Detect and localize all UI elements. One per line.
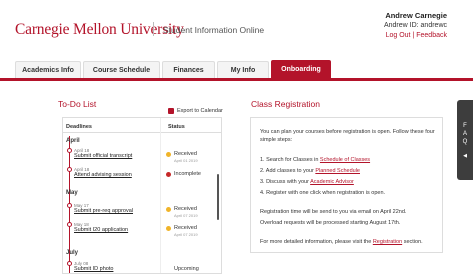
todo-scrollbar[interactable]: [217, 174, 219, 220]
header-divider: [153, 22, 154, 36]
calendar-icon: [168, 108, 174, 114]
tab-onboarding[interactable]: Onboarding: [271, 60, 331, 78]
schedule-of-classes-link[interactable]: Schedule of Classes: [320, 157, 370, 163]
month-label: May: [66, 190, 78, 196]
links-separator: |: [412, 32, 415, 39]
status-date: April 07 2019: [174, 232, 198, 237]
status-text: Incomplete: [174, 171, 201, 177]
export-calendar-button[interactable]: Export to Calendar: [168, 108, 223, 114]
task-link[interactable]: Submit I20 application: [74, 227, 128, 233]
faq-letter: Q: [462, 139, 468, 145]
app-title: Student Information Online: [163, 25, 265, 35]
status-date: April 07 2019: [174, 213, 198, 218]
planned-schedule-link[interactable]: Planned Schedule: [315, 168, 360, 174]
status-text: Received: [174, 225, 197, 231]
step-text: 1. Search for Classes in: [260, 157, 320, 163]
timeline-dot: [67, 222, 72, 227]
collapse-arrow-icon: ◀: [463, 153, 467, 159]
registration-panel: You can plan your courses before registr…: [250, 117, 443, 253]
faq-tab[interactable]: F A Q ◀: [457, 100, 473, 180]
cmu-logo[interactable]: Carnegie Mellon University: [15, 21, 184, 39]
status-date: April 01 2019: [174, 158, 198, 163]
registration-link[interactable]: Registration: [373, 239, 402, 245]
academic-advisor-link[interactable]: Academic Advisor: [310, 179, 354, 185]
email-note: Registration time will be send to you vi…: [260, 209, 407, 215]
feedback-link[interactable]: Feedback: [416, 32, 447, 39]
overload-note: Overload requests will be processed star…: [260, 220, 401, 226]
month-label: April: [66, 138, 80, 144]
faq-letter: F: [463, 123, 467, 129]
user-id: Andrew ID: andrewc: [383, 22, 447, 29]
task-link[interactable]: Submit ID photo: [74, 266, 113, 272]
status-received-icon: [166, 152, 171, 157]
registration-intro: You can plan your courses before registr…: [260, 129, 435, 143]
status-received-icon: [166, 207, 171, 212]
more-info: For more detailed information, please vi…: [260, 238, 423, 246]
nav-underline: [0, 78, 473, 81]
task-link[interactable]: Submit pre-req approval: [74, 208, 133, 214]
faq-letter: A: [462, 131, 467, 137]
timeline-dot: [67, 167, 72, 172]
registration-step: 4. Register with one click when registra…: [260, 190, 386, 196]
export-calendar-label: Export to Calendar: [177, 108, 223, 114]
status-text: Received: [174, 151, 197, 157]
status-text: Received: [174, 206, 197, 212]
col-status: Status: [168, 124, 185, 130]
status-incomplete-icon: [166, 172, 171, 177]
registration-step: 2. Add classes to your Planned Schedule: [260, 167, 360, 175]
task-link[interactable]: Attend advising session: [74, 172, 132, 178]
todo-title: To-Do List: [58, 99, 97, 109]
header-divider-line: [63, 132, 221, 133]
tab-course-schedule[interactable]: Course Schedule: [83, 61, 160, 78]
registration-step: 1. Search for Classes in Schedule of Cla…: [260, 156, 370, 164]
col-deadlines: Deadlines: [66, 124, 92, 130]
logout-link[interactable]: Log Out: [386, 32, 411, 39]
more-info-text: For more detailed information, please vi…: [260, 239, 373, 245]
month-label: July: [66, 250, 79, 256]
registration-step: 3. Discuss with your Academic Advisor: [260, 178, 354, 186]
status-text: Upcoming: [174, 266, 199, 272]
registration-title: Class Registration: [251, 99, 320, 109]
timeline-dot: [67, 261, 72, 266]
timeline-dot: [67, 203, 72, 208]
task-link[interactable]: Submit official transcript: [74, 153, 132, 159]
user-name: Andrew Carnegie: [385, 11, 447, 20]
status-received-icon: [166, 226, 171, 231]
step-text: 2. Add classes to your: [260, 168, 316, 174]
todo-panel: Deadlines Status April April 18 Submit o…: [62, 117, 222, 274]
column-divider: [160, 118, 161, 273]
timeline-dot: [67, 148, 72, 153]
step-text: 3. Discuss with your: [260, 179, 311, 185]
user-links: Log Out | Feedback: [386, 32, 447, 39]
more-info-suffix: section.: [402, 239, 423, 245]
tab-my-info[interactable]: My Info: [217, 61, 269, 78]
tab-finances[interactable]: Finances: [162, 61, 215, 78]
tab-academics-info[interactable]: Academics Info: [15, 61, 81, 78]
